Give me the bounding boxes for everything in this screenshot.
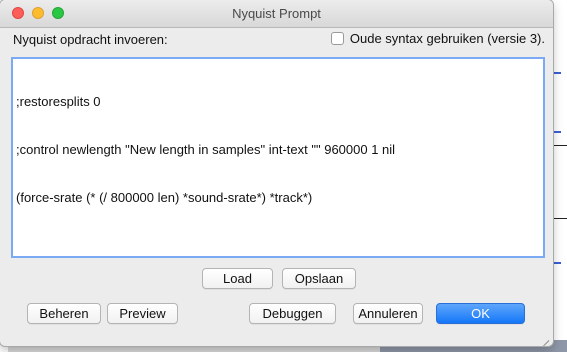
debug-button[interactable]: Debuggen	[249, 303, 336, 324]
ok-button[interactable]: OK	[436, 303, 525, 324]
legacy-syntax-checkbox[interactable]	[330, 32, 344, 45]
background-waveform-mark	[553, 262, 561, 264]
code-line: ;restoresplits 0	[16, 94, 101, 109]
background-waveform-mark	[553, 72, 561, 74]
save-button[interactable]: Opslaan	[282, 268, 356, 289]
resize-grip-icon[interactable]	[539, 332, 550, 346]
background-waveform-mark	[553, 131, 561, 133]
legacy-syntax-label[interactable]: Oude syntax gebruiken (versie 3).	[350, 31, 545, 46]
legacy-syntax-option[interactable]: Oude syntax gebruiken (versie 3).	[330, 31, 545, 46]
manage-button[interactable]: Beheren	[27, 303, 101, 324]
preview-button[interactable]: Preview	[107, 303, 178, 324]
code-line: ;control newlength "New length in sample…	[16, 142, 396, 157]
window-title: Nyquist Prompt	[232, 6, 321, 21]
title-bar[interactable]: Nyquist Prompt	[0, 0, 553, 28]
prompt-label: Nyquist opdracht invoeren:	[13, 32, 168, 47]
code-line: (force-srate (* (/ 800000 len) *sound-sr…	[16, 190, 313, 205]
load-button[interactable]: Load	[202, 268, 273, 289]
nyquist-prompt-dialog: Nyquist Prompt Nyquist opdracht invoeren…	[0, 0, 553, 346]
cancel-button[interactable]: Annuleren	[353, 303, 423, 324]
nyquist-code-editor[interactable]: ;restoresplits 0 ;control newlength "New…	[11, 57, 545, 258]
